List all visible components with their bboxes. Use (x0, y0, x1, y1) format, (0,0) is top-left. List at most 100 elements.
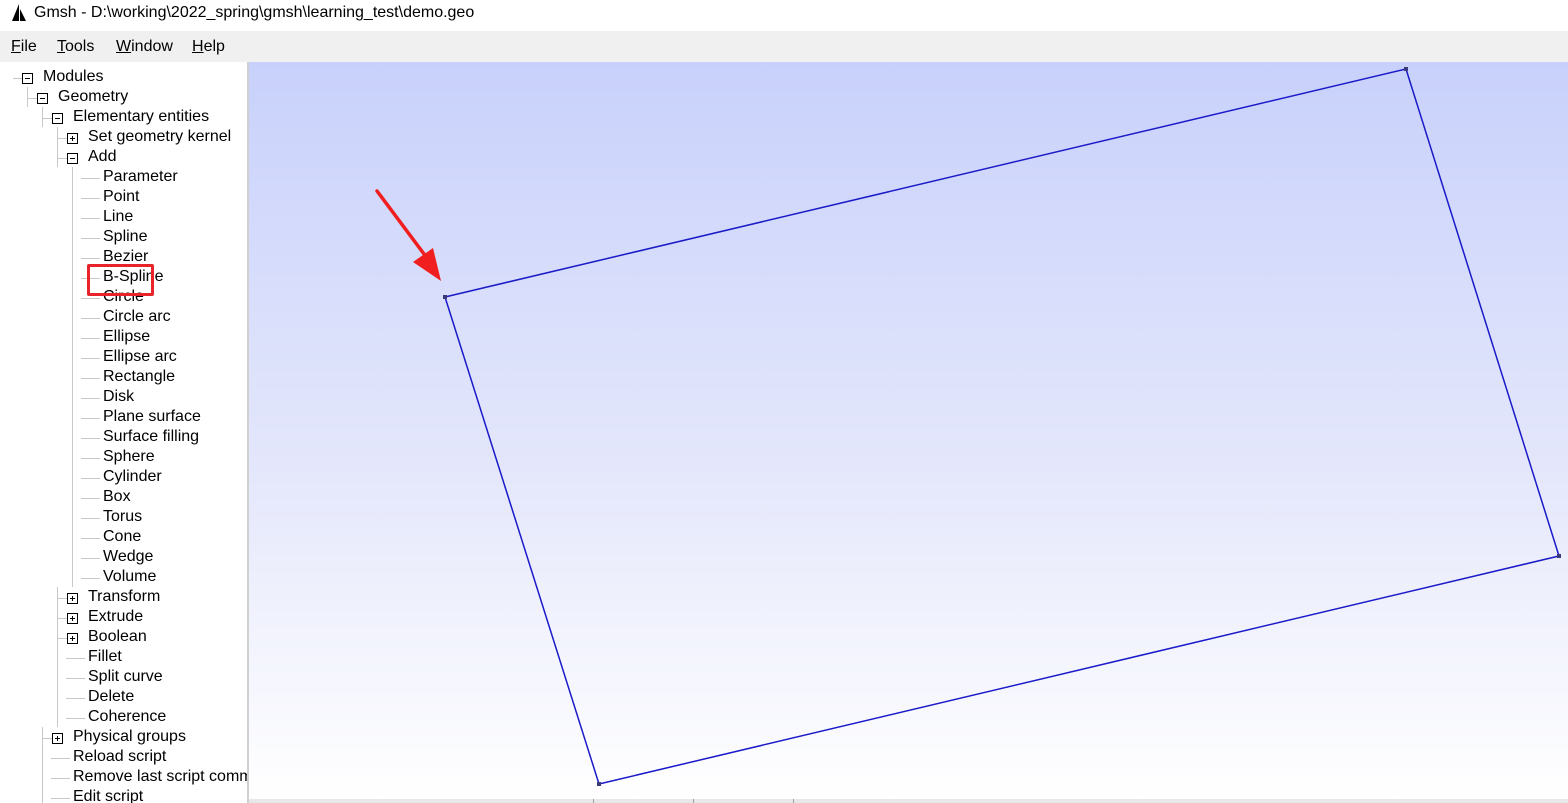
tree-connector (57, 147, 58, 167)
tree-item-modules[interactable]: Modules (0, 67, 247, 87)
tree-item-disk[interactable]: Disk (0, 387, 247, 407)
tree-connector (42, 727, 43, 747)
tree-item-torus[interactable]: Torus (0, 507, 247, 527)
tree-connector (28, 98, 37, 99)
tree-item-physical-groups[interactable]: Physical groups (0, 727, 247, 747)
tree-connector (66, 698, 85, 699)
tree-connector (81, 418, 100, 419)
tree-item-label: Split curve (88, 668, 163, 685)
tree-connector (81, 518, 100, 519)
collapse-minus-icon[interactable] (37, 93, 48, 104)
tree-item-circle-arc[interactable]: Circle arc (0, 307, 247, 327)
geometry-line-top[interactable] (444, 68, 1407, 298)
geometry-point[interactable] (443, 295, 447, 299)
tree-connector (57, 627, 58, 647)
expand-plus-icon[interactable] (52, 733, 63, 744)
tree-connector (72, 347, 73, 367)
expand-plus-icon[interactable] (67, 593, 78, 604)
tree-item-label: Ellipse arc (103, 348, 177, 365)
tree-item-label: Point (103, 188, 140, 205)
tree-item-remove-last-script-command[interactable]: Remove last script command (0, 767, 247, 787)
geometry-line-left[interactable] (444, 296, 600, 785)
tree-connector (72, 227, 73, 247)
tree-item-label: Set geometry kernel (88, 128, 232, 145)
tree-connector (81, 198, 100, 199)
tree-item-wedge[interactable]: Wedge (0, 547, 247, 567)
tree-item-geometry[interactable]: Geometry (0, 87, 247, 107)
tree-item-label: Volume (103, 568, 157, 585)
geometry-point[interactable] (1557, 554, 1561, 558)
tree-connector (72, 387, 73, 407)
tree-connector (72, 407, 73, 427)
tree-item-sphere[interactable]: Sphere (0, 447, 247, 467)
tree-item-label: Physical groups (73, 728, 186, 745)
geometry-point[interactable] (597, 782, 601, 786)
title-bar: Gmsh - D:\working\2022_spring\gmsh\learn… (0, 0, 1568, 30)
tree-item-label: Modules (43, 68, 104, 85)
tree-item-box[interactable]: Box (0, 487, 247, 507)
tree-connector (72, 447, 73, 467)
menu-window[interactable]: Window (116, 38, 173, 56)
geometry-line-right[interactable] (1405, 68, 1560, 557)
expand-plus-icon[interactable] (67, 613, 78, 624)
tree-item-label: Remove last script command (73, 768, 247, 785)
graphic-window[interactable] (249, 62, 1568, 799)
tree-connector (72, 567, 73, 587)
tree-item-cylinder[interactable]: Cylinder (0, 467, 247, 487)
geometry-point[interactable] (1404, 67, 1408, 71)
tree-item-label: Plane surface (103, 408, 201, 425)
tree-item-coherence[interactable]: Coherence (0, 707, 247, 727)
tree-connector (58, 598, 67, 599)
tree-item-delete[interactable]: Delete (0, 687, 247, 707)
tree-item-label: Transform (88, 588, 161, 605)
tree-item-surface-filling[interactable]: Surface filling (0, 427, 247, 447)
tree-item-fillet[interactable]: Fillet (0, 647, 247, 667)
tree-item-edit-script[interactable]: Edit script (0, 787, 247, 803)
tree-item-volume[interactable]: Volume (0, 567, 247, 587)
tree-item-ellipse-arc[interactable]: Ellipse arc (0, 347, 247, 367)
tree-connector (66, 718, 85, 719)
tree-item-cone[interactable]: Cone (0, 527, 247, 547)
tree-item-line[interactable]: Line (0, 207, 247, 227)
collapse-minus-icon[interactable] (52, 113, 63, 124)
tree-item-set-geometry-kernel[interactable]: Set geometry kernel (0, 127, 247, 147)
tree-item-ellipse[interactable]: Ellipse (0, 327, 247, 347)
tree-item-extrude[interactable]: Extrude (0, 607, 247, 627)
expand-plus-icon[interactable] (67, 633, 78, 644)
tree-item-boolean[interactable]: Boolean (0, 627, 247, 647)
tree-connector (42, 107, 43, 127)
tree-item-label: Boolean (88, 628, 147, 645)
tree-item-parameter[interactable]: Parameter (0, 167, 247, 187)
tree-item-label: Coherence (88, 708, 167, 725)
tree-connector (58, 158, 67, 159)
tree-item-add[interactable]: Add (0, 147, 247, 167)
tree-item-label: Reload script (73, 748, 167, 765)
tree-item-reload-script[interactable]: Reload script (0, 747, 247, 767)
tree-connector (13, 78, 22, 79)
tree-item-rectangle[interactable]: Rectangle (0, 367, 247, 387)
collapse-minus-icon[interactable] (67, 153, 78, 164)
menu-file[interactable]: File (11, 38, 37, 56)
tree-item-point[interactable]: Point (0, 187, 247, 207)
menu-help[interactable]: Help (192, 38, 225, 56)
tree-connector (66, 658, 85, 659)
geometry-canvas[interactable] (249, 62, 1568, 799)
tree-item-transform[interactable]: Transform (0, 587, 247, 607)
tree-connector (72, 327, 73, 347)
collapse-minus-icon[interactable] (22, 73, 33, 84)
tree-item-elementary-entities[interactable]: Elementary entities (0, 107, 247, 127)
tree-item-split-curve[interactable]: Split curve (0, 667, 247, 687)
tree-connector (81, 458, 100, 459)
geometry-line-bottom[interactable] (598, 555, 1560, 785)
tree-connector (81, 498, 100, 499)
tree-item-label: Elementary entities (73, 108, 210, 125)
tree-connector (72, 527, 73, 547)
expand-plus-icon[interactable] (67, 133, 78, 144)
tree-connector (72, 187, 73, 207)
tree-connector (72, 267, 73, 287)
line-highlight-annotation (87, 264, 154, 296)
menu-tools[interactable]: Tools (57, 38, 94, 56)
tree-item-plane-surface[interactable]: Plane surface (0, 407, 247, 427)
tree-connector (57, 647, 58, 667)
tree-item-spline[interactable]: Spline (0, 227, 247, 247)
